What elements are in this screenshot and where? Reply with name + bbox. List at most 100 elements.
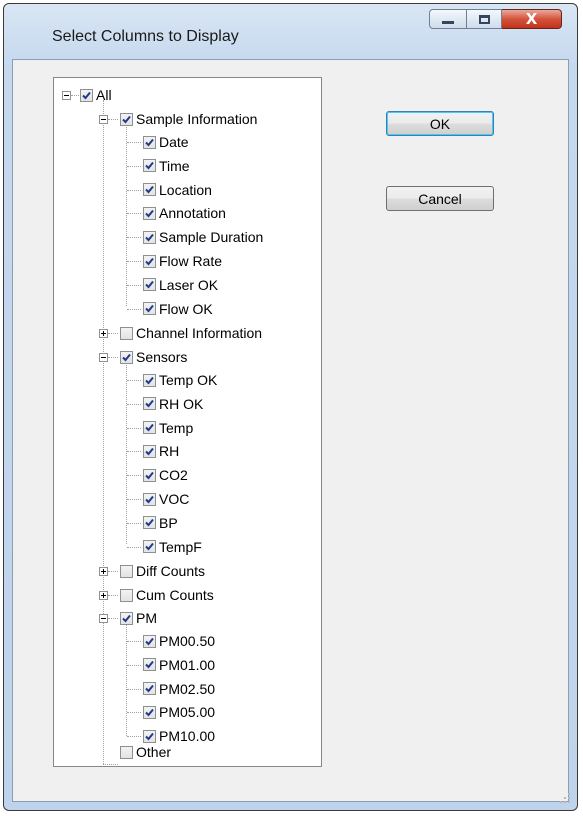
channel-information-checkbox[interactable]: [120, 326, 133, 340]
expand-diff-counts-toggle[interactable]: [99, 567, 108, 576]
tree-node-sensors-child[interactable]: RH: [143, 440, 179, 462]
tree-node-cum-counts[interactable]: Cum Counts: [120, 584, 214, 606]
expand-cum-counts-toggle[interactable]: [99, 591, 108, 600]
child-checkbox[interactable]: [143, 206, 156, 220]
tree-line: [127, 308, 141, 310]
child-checkbox[interactable]: [143, 278, 156, 292]
child-checkbox[interactable]: [143, 444, 156, 458]
tree-line: [108, 333, 118, 334]
tree-node-sample_information-child[interactable]: Sample Duration: [143, 226, 263, 248]
child-checkbox[interactable]: [143, 468, 156, 482]
tree-node-sensors-child[interactable]: Temp: [143, 417, 193, 439]
child-checkbox[interactable]: [143, 159, 156, 173]
tree-node-sample_information-child[interactable]: Flow Rate: [143, 250, 222, 272]
ok-button[interactable]: OK: [386, 111, 494, 136]
tree-node-sample_information-child[interactable]: Flow OK: [143, 298, 213, 320]
tree-node-label: Cum Counts: [136, 587, 214, 603]
check-icon: [145, 400, 154, 408]
collapse-sensors-toggle[interactable]: [99, 353, 108, 362]
child-checkbox[interactable]: [143, 516, 156, 530]
tree-node-sensors-child[interactable]: TempF: [143, 536, 202, 558]
collapse-all-toggle[interactable]: [62, 91, 71, 100]
check-icon: [145, 447, 154, 456]
diff-counts-checkbox[interactable]: [120, 564, 133, 578]
minus-icon: [101, 119, 106, 120]
child-checkbox[interactable]: [143, 397, 156, 411]
child-checkbox[interactable]: [143, 373, 156, 387]
tree-node-label: Temp: [159, 419, 194, 436]
tree-node-pm[interactable]: PM: [120, 607, 157, 629]
collapse-sample-information-toggle[interactable]: [99, 115, 108, 124]
sample-information-checkbox[interactable]: [120, 112, 133, 126]
tree-node-diff-counts[interactable]: Diff Counts: [120, 560, 205, 582]
tree-node-label: Annotation: [159, 205, 226, 222]
check-icon: [122, 353, 131, 361]
tree-line: [108, 357, 118, 358]
tree-node-sample_information-child[interactable]: Location: [143, 179, 212, 201]
tree-node-label: TempF: [159, 538, 202, 555]
maximize-button[interactable]: [467, 9, 502, 29]
all-checkbox[interactable]: [80, 88, 93, 102]
tree-node-label: Date: [159, 134, 189, 150]
minus-icon: [101, 618, 106, 619]
tree-node-sensors[interactable]: Sensors: [120, 346, 187, 368]
resize-grip-icon[interactable]: [559, 792, 571, 804]
tree-node-sensors-child[interactable]: CO2: [143, 464, 188, 486]
collapse-pm-toggle[interactable]: [99, 614, 108, 623]
check-icon: [145, 138, 154, 146]
tree-node-sample_information-child[interactable]: Laser OK: [143, 274, 218, 296]
check-icon: [145, 423, 154, 432]
child-checkbox[interactable]: [143, 254, 156, 268]
tree-node-other[interactable]: Other: [120, 741, 171, 763]
child-checkbox[interactable]: [143, 183, 156, 197]
cum-counts-checkbox[interactable]: [120, 588, 133, 602]
tree-node-sample_information-child[interactable]: Time: [143, 155, 190, 177]
check-icon: [122, 614, 131, 622]
tree-node-label: PM01.00: [159, 656, 216, 673]
check-icon: [145, 257, 154, 265]
tree-node-sample-information[interactable]: Sample Information: [120, 108, 257, 130]
tree-node-label: Sample Duration: [159, 229, 264, 246]
tree-node-pm-child[interactable]: PM00.50: [143, 630, 215, 652]
child-checkbox[interactable]: [143, 135, 156, 149]
child-checkbox[interactable]: [143, 230, 156, 244]
close-button[interactable]: X: [502, 9, 562, 29]
tree-line: [127, 546, 141, 548]
check-icon: [145, 542, 154, 551]
tree-line: [127, 261, 141, 262]
child-checkbox[interactable]: [143, 421, 156, 435]
tree-node-sample_information-child[interactable]: Date: [143, 131, 189, 153]
tree-node-pm-child[interactable]: PM05.00: [143, 701, 215, 723]
sensors-checkbox[interactable]: [120, 350, 133, 364]
tree-line: [108, 618, 118, 619]
column-tree[interactable]: All Sample Information Date Time Location A…: [53, 77, 322, 767]
tree-line: [127, 213, 141, 215]
child-checkbox[interactable]: [143, 302, 156, 316]
tree-node-pm-child[interactable]: PM02.50: [143, 678, 215, 700]
tree-node-all[interactable]: All: [80, 84, 112, 106]
tree-line: [127, 427, 141, 429]
tree-node-pm-child[interactable]: PM01.00: [143, 654, 215, 676]
child-checkbox[interactable]: [143, 634, 156, 648]
tree-node-sensors-child[interactable]: RH OK: [143, 393, 203, 415]
tree-line: [127, 688, 141, 690]
cancel-button[interactable]: Cancel: [386, 186, 494, 211]
child-checkbox[interactable]: [143, 540, 156, 554]
tree-node-label: Other: [136, 744, 172, 760]
tree-node-label: VOC: [159, 491, 190, 507]
tree-node-sensors-child[interactable]: Temp OK: [143, 369, 217, 391]
child-checkbox[interactable]: [143, 705, 156, 719]
tree-node-sensors-child[interactable]: BP: [143, 512, 178, 534]
tree-node-sample_information-child[interactable]: Annotation: [143, 202, 226, 224]
tree-line: [127, 475, 141, 477]
pm-checkbox[interactable]: [120, 611, 133, 625]
child-checkbox[interactable]: [143, 658, 156, 672]
check-icon: [82, 91, 91, 99]
other-checkbox[interactable]: [120, 745, 133, 759]
expand-channel-information-toggle[interactable]: [99, 329, 108, 338]
child-checkbox[interactable]: [143, 682, 156, 696]
tree-node-sensors-child[interactable]: VOC: [143, 488, 189, 510]
tree-node-channel-information[interactable]: Channel Information: [120, 322, 262, 344]
minimize-button[interactable]: [429, 9, 467, 29]
child-checkbox[interactable]: [143, 492, 156, 506]
